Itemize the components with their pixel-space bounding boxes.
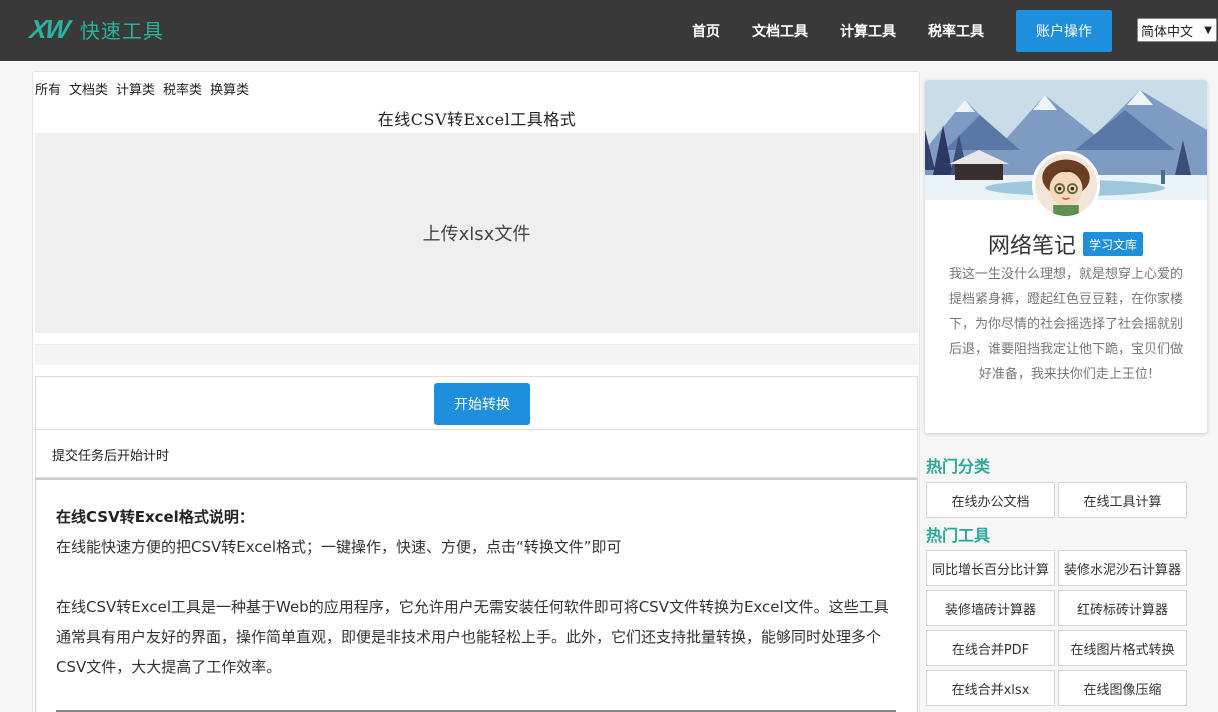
category-all[interactable]: 所有 xyxy=(35,79,61,98)
category-document[interactable]: 文档类 xyxy=(69,79,108,98)
nav-home[interactable]: 首页 xyxy=(692,21,720,41)
language-select[interactable]: 简体中文 ▼ xyxy=(1137,18,1217,42)
logo-text: 快速工具 xyxy=(79,18,164,43)
convert-area: 开始转换 xyxy=(35,376,918,430)
avatar xyxy=(1032,151,1100,219)
logo-mark: XW xyxy=(27,13,71,44)
top-bar: XW 快速工具 首页 文档工具 计算工具 税率工具 账户操作 简体中文 ▼ xyxy=(0,0,1218,61)
upload-dropzone[interactable]: 上传xlsx文件 xyxy=(35,133,918,333)
description-title: 在线CSV转Excel格式说明： xyxy=(56,508,254,526)
profile-badge[interactable]: 学习文库 xyxy=(1083,232,1143,256)
site-logo[interactable]: XW 快速工具 xyxy=(27,13,164,44)
hot-tool-red-brick[interactable]: 红砖标砖计算器 xyxy=(1058,590,1187,626)
description-section: 在线CSV转Excel格式说明： 在线能快速方便的把CSV转Excel格式；一键… xyxy=(35,478,918,712)
nav-calculation-tools[interactable]: 计算工具 xyxy=(840,21,896,41)
nav-tax-tools[interactable]: 税率工具 xyxy=(928,21,984,41)
hot-tool-merge-xlsx[interactable]: 在线合并xlsx xyxy=(926,670,1055,706)
hot-tool-merge-pdf[interactable]: 在线合并PDF xyxy=(926,630,1055,666)
hot-tool-cement-sand[interactable]: 装修水泥沙石计算器 xyxy=(1058,550,1187,586)
category-conversion[interactable]: 换算类 xyxy=(210,79,249,98)
tool-panel: 所有 文档类 计算类 税率类 换算类 在线CSV转Excel工具格式 上传xls… xyxy=(32,71,920,712)
progress-strip xyxy=(35,344,918,365)
profile-name: 网络笔记 xyxy=(988,234,1077,259)
nav-document-tools[interactable]: 文档工具 xyxy=(752,21,808,41)
account-button[interactable]: 账户操作 xyxy=(1016,10,1112,52)
hot-tool-image-compress[interactable]: 在线图像压缩 xyxy=(1058,670,1187,706)
hot-tool-wall-tile[interactable]: 装修墙砖计算器 xyxy=(926,590,1055,626)
hot-categories-title: 热门分类 xyxy=(926,457,991,476)
upload-label: 上传xlsx文件 xyxy=(422,224,531,245)
hot-category-office-docs[interactable]: 在线办公文档 xyxy=(926,482,1055,518)
avatar-illustration xyxy=(1035,154,1097,216)
category-filter: 所有 文档类 计算类 税率类 换算类 xyxy=(35,79,249,98)
language-value: 简体中文 xyxy=(1141,24,1194,40)
chevron-down-icon: ▼ xyxy=(1204,24,1212,36)
start-convert-button[interactable]: 开始转换 xyxy=(434,383,530,425)
description-paragraph: 在线CSV转Excel工具是一种基于Web的应用程序，它允许用户无需安装任何软件… xyxy=(56,598,889,676)
page-title: 在线CSV转Excel工具格式 xyxy=(377,110,577,129)
timer-text: 提交任务后开始计时 xyxy=(52,449,170,464)
category-calculation[interactable]: 计算类 xyxy=(116,79,155,98)
hot-tool-growth-percent[interactable]: 同比增长百分比计算 xyxy=(926,550,1055,586)
profile-card: 网络笔记 学习文库 我这一生没什么理想，就是想穿上心爱的提档紧身裤，蹬起红色豆豆… xyxy=(925,80,1207,433)
category-tax[interactable]: 税率类 xyxy=(163,79,202,98)
profile-bio: 我这一生没什么理想，就是想穿上心爱的提档紧身裤，蹬起红色豆豆鞋，在你家楼下，为你… xyxy=(948,267,1183,382)
timer-area: 提交任务后开始计时 xyxy=(35,430,918,478)
hot-category-calc-tools[interactable]: 在线工具计算 xyxy=(1058,482,1187,518)
description-line: 在线能快速方便的把CSV转Excel格式；一键操作，快速、方便，点击“转换文件”… xyxy=(56,538,622,556)
hot-tools-title: 热门工具 xyxy=(926,526,991,545)
hot-tool-image-convert[interactable]: 在线图片格式转换 xyxy=(1058,630,1187,666)
